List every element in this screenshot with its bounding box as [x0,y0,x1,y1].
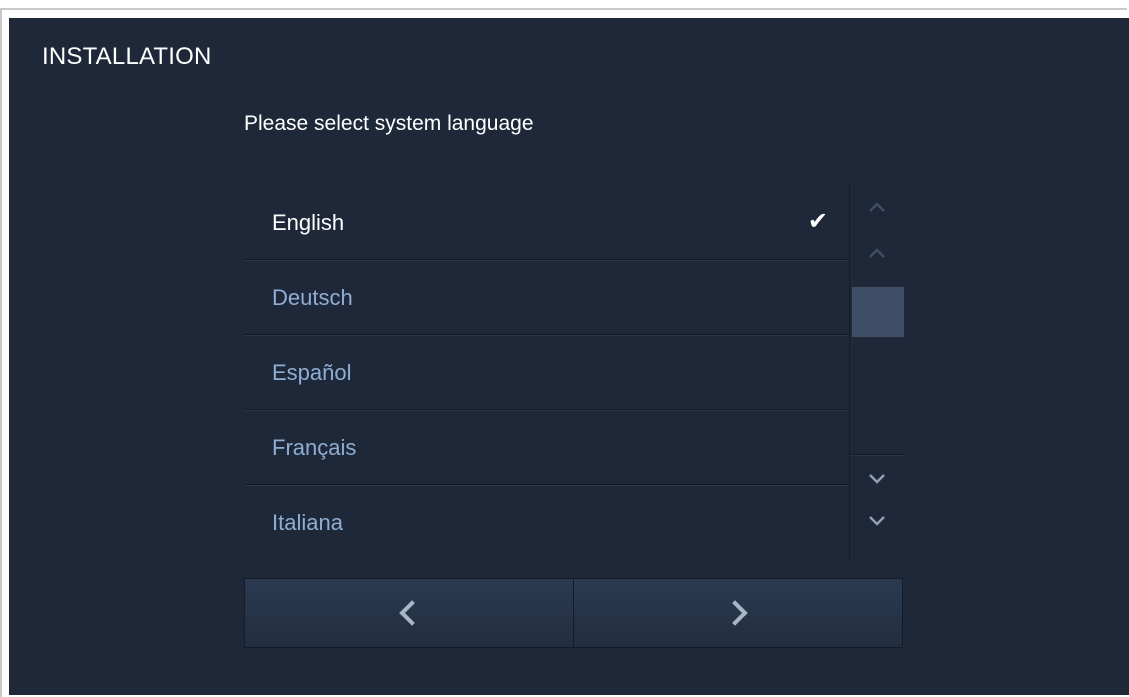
language-prompt: Please select system language [244,112,534,135]
language-label: English [272,210,345,235]
language-option-italiana[interactable]: Italiana [244,485,848,559]
chevron-right-icon [722,600,748,626]
language-label: Italiana [272,510,343,535]
language-option-english[interactable]: English ✔ [244,185,848,260]
next-button[interactable] [574,579,902,647]
scrollbar[interactable] [849,185,904,560]
language-label: Español [272,360,352,385]
scroll-bottom-icon[interactable] [850,471,904,536]
language-label: Français [272,435,357,460]
scrollbar-divider [850,454,904,455]
previous-button[interactable] [245,579,574,647]
chevron-left-icon [399,600,425,626]
language-list: English ✔ Deutsch Español Français Itali… [244,185,848,560]
language-label: Deutsch [272,285,353,310]
page-title: INSTALLATION [42,43,212,70]
scrollbar-thumb[interactable] [852,287,904,337]
checkmark-icon: ✔ [807,208,828,235]
scroll-top-icon[interactable] [850,199,904,264]
language-option-espanol[interactable]: Español [244,335,848,410]
navigation-bar [244,578,903,648]
language-option-francais[interactable]: Français [244,410,848,485]
language-option-deutsch[interactable]: Deutsch [244,260,848,335]
